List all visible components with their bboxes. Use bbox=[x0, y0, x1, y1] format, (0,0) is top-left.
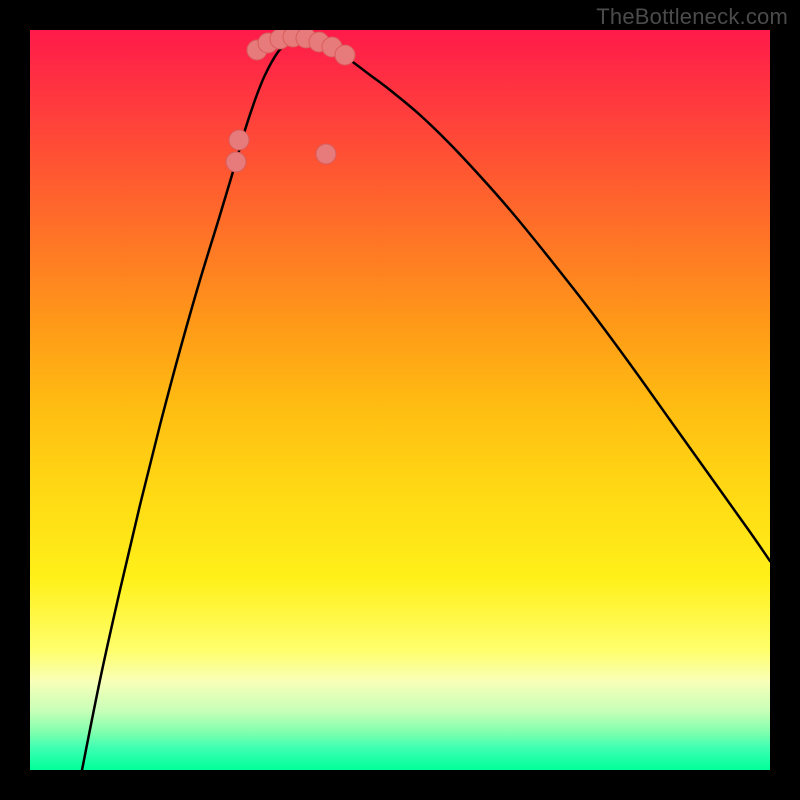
curve-marker bbox=[335, 45, 355, 65]
curve-marker bbox=[226, 152, 246, 172]
curve-markers-group bbox=[226, 30, 355, 172]
curve-marker bbox=[316, 144, 336, 164]
curve-marker bbox=[229, 130, 249, 150]
markers-svg bbox=[30, 30, 770, 770]
watermark-label: TheBottleneck.com bbox=[596, 4, 788, 30]
